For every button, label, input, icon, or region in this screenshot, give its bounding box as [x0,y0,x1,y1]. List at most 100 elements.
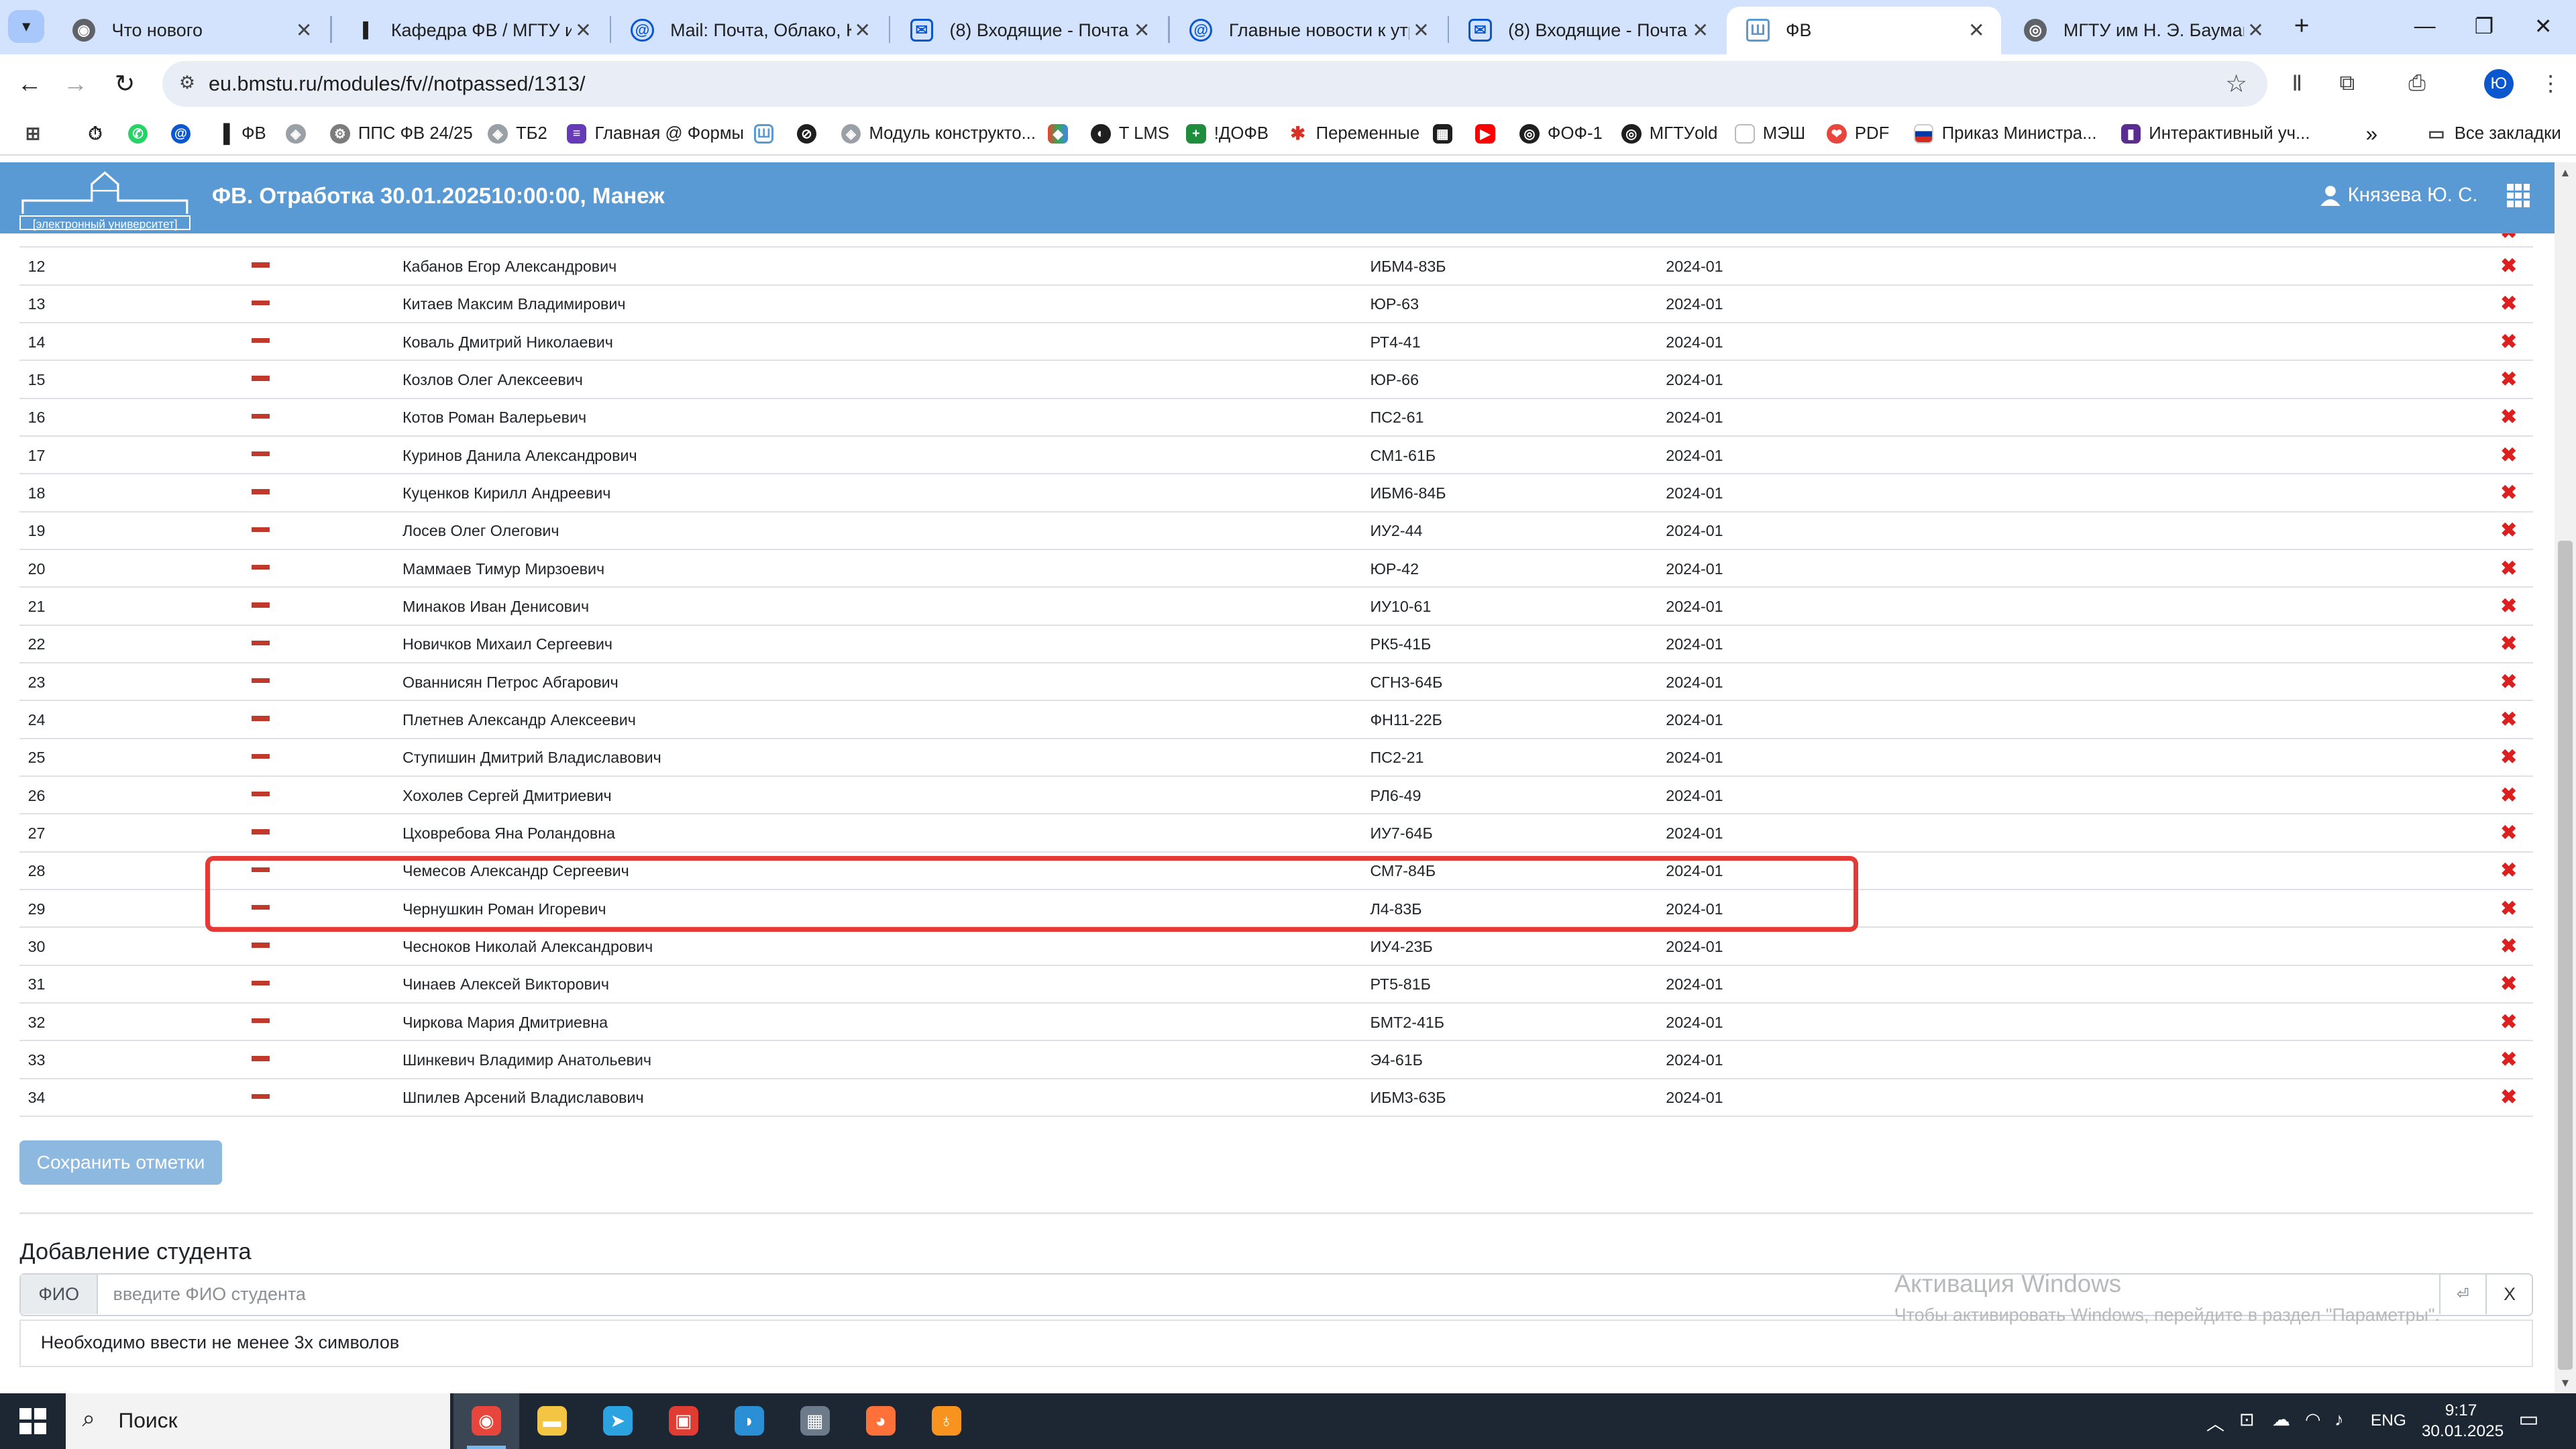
scroll-up-icon[interactable]: ▲ [2560,166,2571,180]
close-icon[interactable]: ✕ [851,19,874,42]
url-text[interactable]: eu.bmstu.ru/modules/fv//notpassed/1313/ [209,72,586,96]
minus-mark-icon[interactable] [251,376,270,381]
save-marks-button[interactable]: Сохранить отметки [19,1140,222,1185]
delete-icon[interactable]: ✖ [2500,519,2517,542]
more-bookmarks-button[interactable]: » [2366,121,2378,146]
bookmark-eu[interactable]: Ш [754,121,782,146]
cloud-icon[interactable]: ☁ [2272,1409,2290,1430]
delete-icon[interactable]: ✖ [2500,594,2517,618]
minus-mark-icon[interactable] [251,829,270,835]
tab-bmstu[interactable]: ◎ МГТУ им Н. Э. Баумана ✕ [2004,7,2280,54]
bookmark-qr[interactable]: ▦ [1432,121,1461,146]
print-icon[interactable]: ⎙ [2408,70,2425,96]
minus-mark-icon[interactable] [251,943,270,948]
reload-button[interactable]: ↻ [109,67,142,100]
minus-mark-icon[interactable] [251,791,270,797]
delete-icon[interactable]: ✖ [2500,784,2517,807]
minus-mark-icon[interactable] [251,716,270,721]
minus-mark-icon[interactable] [251,678,270,684]
close-icon[interactable]: ✕ [1689,19,1712,42]
translate-icon[interactable]: Ⅱ [2292,70,2302,96]
delete-icon[interactable]: ✖ [2500,670,2517,694]
all-bookmarks[interactable]: ▭ Все закладки [2426,121,2561,146]
taskbar-app-explorer[interactable]: ▬ [519,1393,585,1449]
delete-icon[interactable]: ✖ [2500,821,2517,845]
extensions-icon[interactable]: ⧉ [2339,70,2355,96]
profile-avatar[interactable]: Ю [2483,68,2514,99]
back-button[interactable]: ← [13,67,46,100]
taskbar-app-ok[interactable]: ♁ [914,1393,979,1449]
chevron-up-icon[interactable]: ︿ [2206,1409,2224,1436]
delete-icon[interactable]: ✖ [2500,632,2517,655]
bookmark-pps[interactable]: ⚙ ППС ФВ 24/25 [330,121,473,146]
minus-mark-icon[interactable] [251,527,270,532]
minus-mark-icon[interactable] [251,338,270,343]
taskbar-app-edge[interactable]: ◗ [716,1393,782,1449]
eu-logo[interactable]: [электронный университет] [19,168,191,231]
minus-mark-icon[interactable] [251,564,270,570]
bookmark-constructor[interactable]: ◈ Модуль конструкто... [841,121,1036,146]
delete-icon[interactable]: ✖ [2500,972,2517,996]
minus-mark-icon[interactable] [251,451,270,457]
site-info-icon[interactable]: ⚙ [179,72,195,93]
taskbar-search[interactable]: ⌕ Поиск [65,1393,451,1449]
delete-icon[interactable]: ✖ [2500,1010,2517,1034]
delete-icon[interactable]: ✖ [2500,481,2517,504]
wifi-icon[interactable]: ◠ [2305,1409,2321,1430]
restore-button[interactable]: ❐ [2467,13,2500,39]
bookmark-prikaz[interactable]: Приказ Министра... [1914,121,2097,146]
delete-icon[interactable]: ✖ [2500,254,2517,278]
delete-icon[interactable]: ✖ [2500,745,2517,769]
apps-grid-icon[interactable] [2507,184,2530,207]
windows-start-button[interactable] [19,1407,46,1434]
close-window-button[interactable]: ✕ [2527,13,2560,39]
bookmark-shield[interactable]: ◈ [286,121,314,146]
minus-mark-icon[interactable] [251,602,270,608]
bookmark-forms[interactable]: ≡ Главная @ Формы [566,121,744,146]
delete-icon[interactable]: ✖ [2500,859,2517,882]
tab-inbox-2[interactable]: ✉ (8) Входящие - Почта Ма ✕ [1449,7,1725,54]
bookmark-fof1[interactable]: ◎ ФОФ-1 [1519,121,1603,146]
minus-mark-icon[interactable] [251,980,270,985]
delete-icon[interactable]: ✖ [2500,292,2517,315]
delete-icon[interactable]: ✖ [2500,443,2517,467]
minus-mark-icon[interactable] [251,1056,270,1061]
bookmark-mail[interactable]: @ [170,121,199,146]
bookmark-dofv[interactable]: + !ДОФВ [1186,121,1269,146]
language-indicator[interactable]: ENG [2371,1411,2406,1430]
close-icon[interactable]: ✕ [292,19,315,42]
bookmark-colors[interactable]: ◆ [1048,121,1076,146]
bookmark-fv[interactable]: ▐ ФВ [213,121,266,146]
close-icon[interactable]: ✕ [572,19,594,42]
tab-whats-new[interactable]: ◉ Что нового ✕ [52,7,328,54]
minus-mark-icon[interactable] [251,262,270,268]
tab-kafedra[interactable]: ▐ Кафедра ФВ / МГТУ им Н ✕ [332,7,608,54]
bookmark-lms[interactable]: ◐ T LMS [1091,121,1169,146]
tab-news[interactable]: @ Главные новости к утру ✕ [1170,7,1446,54]
minimize-button[interactable]: — [2408,13,2441,38]
menu-dots-icon[interactable]: ⋮ [2540,70,2561,96]
taskbar-app-screenshot[interactable]: ▣ [651,1393,716,1449]
minus-mark-icon[interactable] [251,489,270,494]
tab-inbox-1[interactable]: ✉ (8) Входящие - Почта Ма ✕ [890,7,1166,54]
delete-icon[interactable]: ✖ [2500,368,2517,391]
delete-icon[interactable]: ✖ [2500,897,2517,920]
bookmark-circle[interactable]: ⊘ [796,121,825,146]
meet-icon[interactable]: ⊡ [2239,1409,2255,1430]
bookmark-pdf[interactable]: ❤ PDF [1827,121,1889,146]
bookmark-mgtuold[interactable]: ◎ МГТУold [1621,121,1717,146]
bookmark-alarm[interactable]: ⏱ [85,121,113,146]
minus-mark-icon[interactable] [251,413,270,419]
bookmark-variables[interactable]: ✱ Переменные [1288,121,1419,146]
taskbar-app-calculator[interactable]: ▦ [782,1393,848,1449]
close-icon[interactable]: ✕ [2244,19,2267,42]
delete-icon[interactable]: ✖ [2500,1085,2517,1109]
bookmark-star-icon[interactable]: ☆ [2225,69,2247,98]
taskbar-app-firefox[interactable]: ◕ [848,1393,914,1449]
bookmark-apps[interactable]: ⊞ [23,121,51,146]
scroll-down-icon[interactable]: ▼ [2560,1376,2571,1390]
bookmark-interactive[interactable]: ▮ Интерактивный уч... [2121,121,2310,146]
clear-button[interactable]: X [2485,1274,2533,1314]
delete-icon[interactable]: ✖ [2500,233,2517,244]
address-bar[interactable]: ⚙ eu.bmstu.ru/modules/fv//notpassed/1313… [162,60,2267,107]
